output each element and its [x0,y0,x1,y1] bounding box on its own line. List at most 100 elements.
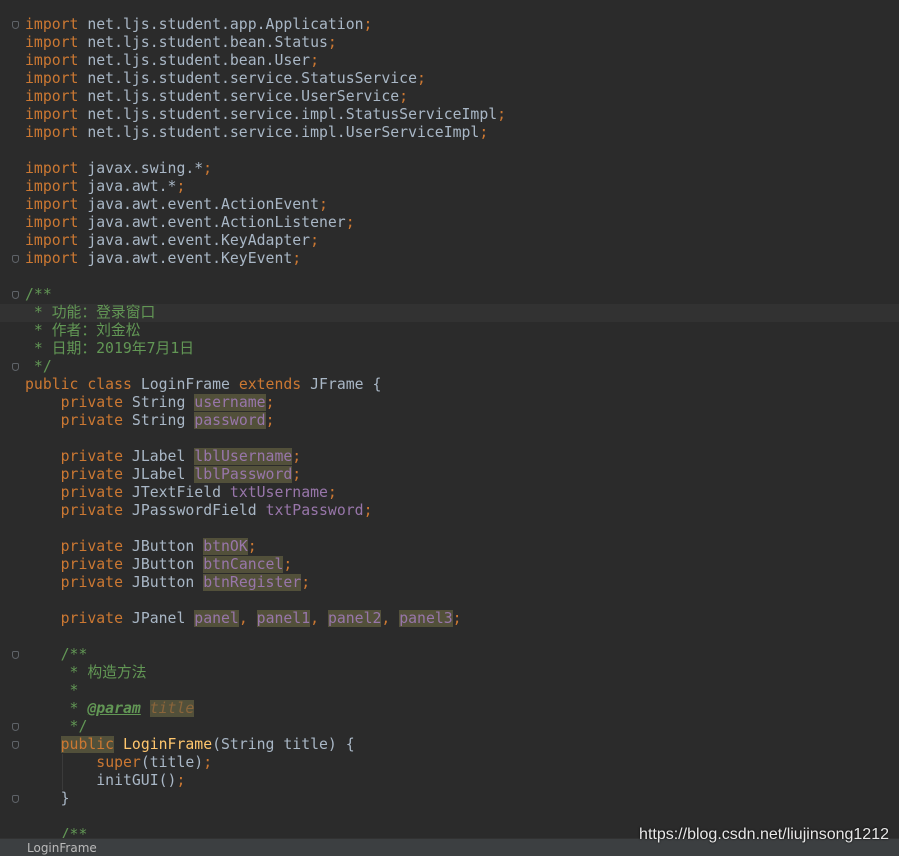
code-editor[interactable]: import net.ljs.student.app.Application; i… [0,0,899,838]
code-token: import [25,196,79,213]
code-line[interactable]: * 日期：2019年7月1日 [0,340,899,358]
code-line[interactable]: import net.ljs.student.service.StatusSer… [0,70,899,88]
code-line[interactable] [0,592,899,610]
code-line[interactable] [0,520,899,538]
code-line[interactable]: import net.ljs.student.bean.Status; [0,34,899,52]
code-line[interactable]: * 构造方法 [0,664,899,682]
code-line[interactable]: } [0,790,899,808]
code-line[interactable]: /** [0,646,899,664]
code-line[interactable]: import net.ljs.student.service.UserServi… [0,88,899,106]
code-line[interactable]: private JLabel lblPassword; [0,466,899,484]
code-token: import [25,178,79,195]
code-line[interactable]: */ [0,358,899,376]
code-line[interactable]: import net.ljs.student.service.impl.Stat… [0,106,899,124]
code-token: import [25,250,79,267]
code-token: * [25,340,52,357]
code-line[interactable]: import java.awt.event.KeyAdapter; [0,232,899,250]
code-token: username [194,394,266,411]
code-token: private [60,574,132,591]
code-line[interactable] [0,430,899,448]
code-line[interactable]: private JTextField txtUsername; [0,484,899,502]
code-token: extends [238,376,311,393]
code-token: LoginFrame [123,736,213,753]
code-line[interactable]: * 作者：刘金松 [0,322,899,340]
code-line[interactable]: private JPanel panel, panel1, panel2, pa… [0,610,899,628]
code-line[interactable]: private String username; [0,394,899,412]
code-line[interactable]: */ [0,718,899,736]
code-token: */ [25,358,52,375]
code-token: 年 [131,340,147,357]
code-line[interactable]: private JButton btnRegister; [0,574,899,592]
code-line[interactable] [0,808,899,826]
code-token: ; [345,214,355,231]
code-token: * [25,664,88,681]
code-token: (String title) { [212,736,355,753]
code-token: java.awt.* [78,178,177,195]
code-line[interactable]: import net.ljs.student.app.Application; [0,16,899,34]
code-token: net.ljs.student.service.impl.StatusServi… [78,106,498,123]
code-line[interactable]: * @param title [0,700,899,718]
watermark: https://blog.csdn.net/liujinsong1212 [639,826,889,843]
code-line[interactable]: private JPasswordField txtPassword; [0,502,899,520]
code-line[interactable]: import net.ljs.student.service.impl.User… [0,124,899,142]
code-token: 1 [170,340,180,357]
code-line[interactable]: private String password; [0,412,899,430]
code-line[interactable]: import net.ljs.student.bean.User; [0,52,899,70]
code-line[interactable]: super(title); [0,754,899,772]
code-token: private [60,502,132,519]
code-token: java.awt.event.ActionListener [78,214,346,231]
code-line[interactable]: /** [0,286,899,304]
code-token: btnCancel [203,556,284,573]
code-token: , [310,610,328,627]
code-token: JTextField [131,484,230,501]
code-token: /** [25,286,52,303]
code-line[interactable] [0,142,899,160]
code-line[interactable]: import javax.swing.*; [0,160,899,178]
code-line[interactable]: import java.awt.*; [0,178,899,196]
code-line[interactable]: initGUI(); [0,772,899,790]
code-token: ; [363,16,373,33]
code-token: public [60,736,115,753]
code-token: import [25,70,79,87]
code-token: , [381,610,400,627]
code-token: ; [292,250,302,267]
code-token: private [60,412,132,429]
code-token: 构造方法 [87,664,147,681]
code-line[interactable]: import java.awt.event.KeyEvent; [0,250,899,268]
code-token: import [25,52,79,69]
code-line[interactable] [0,628,899,646]
code-line[interactable] [0,268,899,286]
code-line[interactable]: public class LoginFrame extends JFrame { [0,376,899,394]
code-token: (title) [140,754,204,771]
code-token: 作者：刘金松 [51,322,141,339]
code-line[interactable]: import java.awt.event.ActionEvent; [0,196,899,214]
breadcrumb-item-loginframe[interactable]: LoginFrame [27,841,97,855]
code-line[interactable]: public LoginFrame(String title) { [0,736,899,754]
code-line[interactable]: private JButton btnOK; [0,538,899,556]
code-token: 日期： [51,340,97,357]
code-line[interactable]: import java.awt.event.ActionListener; [0,214,899,232]
code-area[interactable]: import net.ljs.student.app.Application; i… [0,16,899,838]
code-token: * [25,682,79,699]
code-token: 功能：登录窗口 [51,304,156,321]
code-line[interactable]: private JLabel lblUsername; [0,448,899,466]
code-token: ; [327,484,337,501]
code-token: import [25,106,79,123]
code-line[interactable]: private JButton btnCancel; [0,556,899,574]
code-line[interactable]: * 功能：登录窗口 [0,304,899,322]
code-token: , [238,610,257,627]
code-token: private [60,466,132,483]
code-token: title [149,700,195,717]
code-line[interactable]: * [0,682,899,700]
code-token: ; [292,448,302,465]
code-token: * [25,700,88,717]
code-token: JButton [131,556,204,573]
